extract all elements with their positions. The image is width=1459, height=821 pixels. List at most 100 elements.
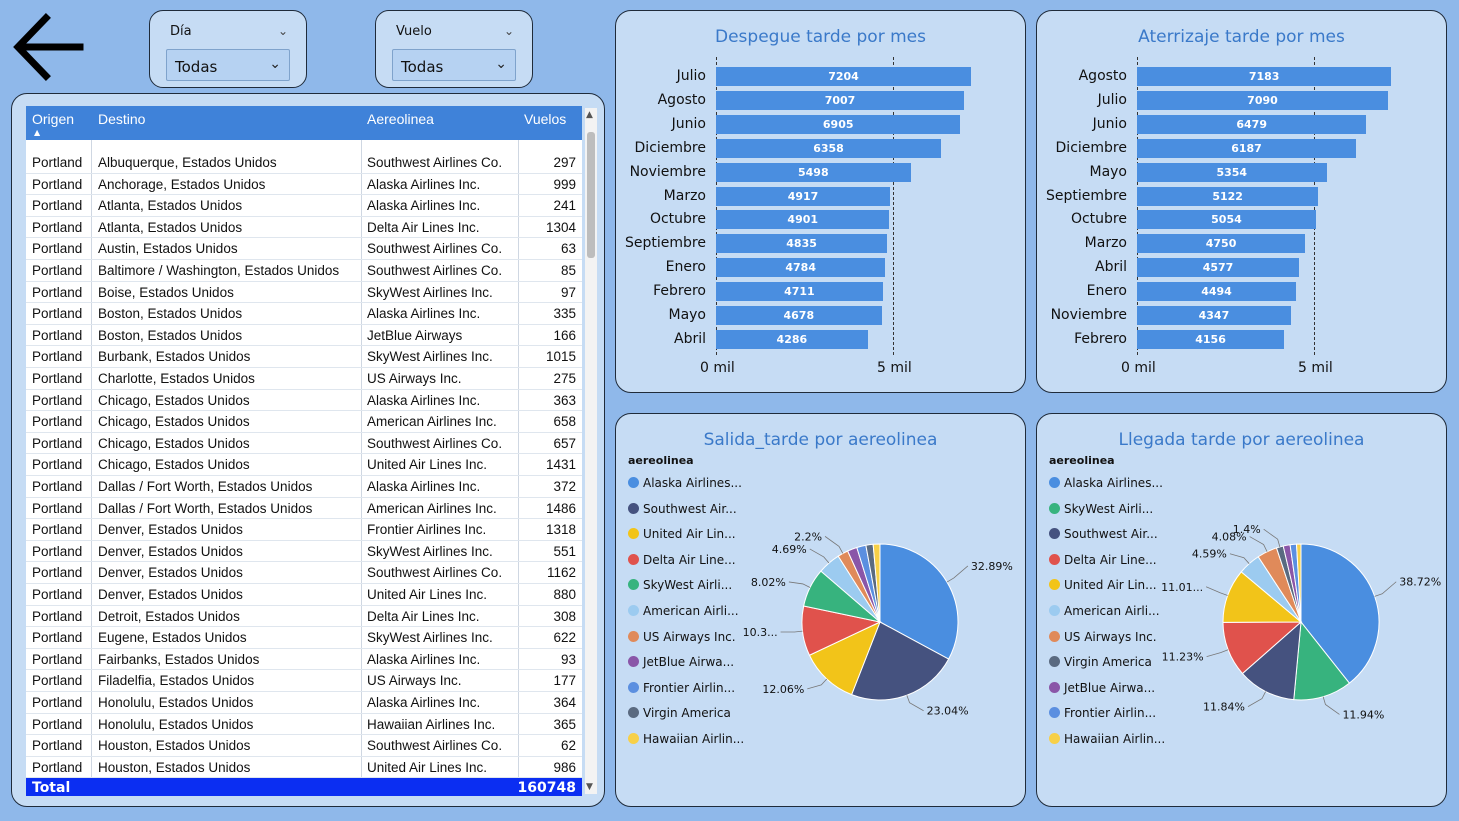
table-row[interactable]: Portland Denver, Estados Unidos SkyWest Ai… [26, 541, 582, 563]
cell-destino: Dallas / Fort Worth, Estados Unidos [98, 500, 313, 516]
category-label: Junio [671, 115, 706, 132]
table-row[interactable]: Portland Chicago, Estados Unidos American … [26, 411, 582, 433]
cell-origen: Portland [32, 327, 83, 343]
table-row[interactable]: Portland Denver, Estados Unidos United Air… [26, 584, 582, 606]
cell-origen: Portland [32, 457, 83, 473]
cell-destino: Chicago, Estados Unidos [98, 457, 250, 473]
slice-value-label: 2.2% [794, 530, 822, 543]
cell-destino: Boise, Estados Unidos [98, 284, 234, 300]
aterrizaje-chart-panel: Aterrizaje tarde por mes Agosto 7183 Julio… [1036, 10, 1447, 393]
table-row[interactable]: Portland Atlanta, Estados Unidos Alaska Ai… [26, 195, 582, 217]
cell-aereolinea: Southwest Airlines Co. [367, 241, 503, 257]
bar-value-label: 4286 [776, 332, 808, 346]
dia-dropdown[interactable]: Todas ⌄ [166, 49, 290, 81]
cell-origen: Portland [32, 176, 83, 192]
cell-destino: Eugene, Estados Unidos [98, 630, 247, 646]
table-row[interactable]: Portland Dallas / Fort Worth, Estados Uni… [26, 476, 582, 498]
table-row[interactable]: Portland Chicago, Estados Unidos United Ai… [26, 454, 582, 476]
cell-origen: Portland [32, 198, 83, 214]
cell-vuelos: 1015 [545, 349, 576, 365]
vuelo-dropdown[interactable]: Todas ⌄ [392, 49, 516, 81]
table-row[interactable]: Portland Houston, Estados Unidos Southwest… [26, 735, 582, 757]
cell-aereolinea: Southwest Airlines Co. [367, 263, 503, 278]
bar-value-label: 7090 [1247, 93, 1278, 107]
category-label: Diciembre [634, 139, 706, 156]
table-row[interactable]: Portland Fairbanks, Estados Unidos Alaska … [26, 649, 582, 671]
scroll-up-icon[interactable]: ▲ [586, 110, 593, 120]
table-row[interactable]: Portland Dallas / Fort Worth, Estados Uni… [26, 498, 582, 520]
table-row[interactable]: Portland Boston, Estados Unidos Alaska Air… [26, 303, 582, 325]
dia-slicer: Día ⌄ Todas ⌄ [149, 10, 307, 88]
cell-aereolinea: JetBlue Airways [367, 327, 463, 343]
category-label: Julio [676, 68, 706, 84]
cell-vuelos: 1318 [545, 522, 576, 538]
bar-value-label: 4347 [1198, 309, 1230, 322]
cell-aereolinea: Alaska Airlines Inc. [367, 176, 481, 192]
table-row[interactable]: Portland Denver, Estados Unidos Frontier A… [26, 519, 582, 541]
slice-value-label: 11.01... [1161, 581, 1203, 594]
back-arrow-icon[interactable] [10, 10, 88, 84]
table-row[interactable]: Portland Houston, Estados Unidos United Ai… [26, 757, 582, 779]
header-origen[interactable]: Origen [32, 111, 74, 127]
cell-destino: Houston, Estados Unidos [98, 738, 251, 754]
table-row[interactable]: Portland Eugene, Estados Unidos SkyWest Ai… [26, 627, 582, 649]
cell-vuelos: 62 [560, 738, 576, 754]
slice-value-label: 38.72% [1399, 576, 1441, 589]
chevron-down-icon[interactable]: ⌄ [504, 24, 514, 38]
table-row[interactable]: Portland Baltimore / Washington, Estados … [26, 260, 582, 282]
x-tick-label: 0 mil [700, 360, 735, 376]
pie-chart-salida: 32.89% 23.04% 12.06% 10.3... 8.02% 4.69%2.2% [743, 530, 1013, 717]
table-row[interactable]: Portland Charlotte, Estados Unidos US Airw… [26, 368, 582, 390]
cell-aereolinea: Frontier Airlines Inc. [367, 522, 487, 538]
table-row[interactable]: Portland Filadelfia, Estados Unidos US Air… [26, 670, 582, 692]
slice-value-label: 32.89% [971, 560, 1013, 573]
table-row[interactable]: Portland Chicago, Estados Unidos Alaska Ai… [26, 390, 582, 412]
table-row[interactable]: Portland Atlanta, Estados Unidos Delta Air… [26, 217, 582, 239]
table-row[interactable]: Portland Albuquerque, Estados Unidos South… [26, 152, 582, 174]
chart-title: Aterrizaje tarde por mes [1138, 27, 1345, 47]
table-row[interactable]: Portland Boise, Estados Unidos SkyWest Air… [26, 282, 582, 304]
cell-vuelos: 1486 [545, 500, 576, 516]
dia-slicer-label: Día [170, 24, 192, 39]
cell-destino: Albuquerque, Estados Unidos [98, 155, 277, 170]
table-row[interactable]: Portland Burbank, Estados Unidos SkyWest A… [26, 346, 582, 368]
cell-aereolinea: Delta Air Lines Inc. [367, 608, 480, 624]
table-row[interactable]: Portland Denver, Estados Unidos Southwest … [26, 562, 582, 584]
table-row[interactable]: Portland Anchorage, Estados Unidos Alaska … [26, 174, 582, 196]
bar-value-label: 5354 [1216, 165, 1248, 179]
chevron-down-icon[interactable]: ⌄ [278, 24, 288, 38]
scroll-down-icon[interactable]: ▼ [586, 782, 593, 792]
cell-vuelos: 622 [553, 630, 576, 646]
leader-line [1263, 528, 1281, 548]
table-row[interactable]: Portland Honolulu, Estados Unidos Alaska A… [26, 692, 582, 714]
table-row[interactable]: Portland Chicago, Estados Unidos Southwest… [26, 433, 582, 455]
bar-value-label: 6905 [822, 117, 854, 131]
table-row[interactable]: Portland Boston, Estados Unidos JetBlue Ai… [26, 325, 582, 347]
header-vuelos[interactable]: Vuelos [524, 111, 566, 127]
slice-value-label: 10.3... [743, 626, 778, 639]
cell-destino: Atlanta, Estados Unidos [98, 198, 243, 214]
llegada-pie-panel: Llegada tarde por aereolinea aereolinea … [1036, 413, 1447, 807]
cell-vuelos: 297 [553, 155, 576, 170]
table-row[interactable]: Portland Detroit, Estados Unidos Delta Air… [26, 606, 582, 628]
cell-aereolinea: Alaska Airlines Inc. [367, 198, 481, 214]
leader-line [780, 630, 803, 633]
category-label: Mayo [668, 307, 706, 323]
category-label: Mayo [1089, 163, 1127, 180]
cell-destino: Honolulu, Estados Unidos [98, 716, 254, 732]
table-row[interactable]: Portland Austin, Estados Unidos Southwest … [26, 238, 582, 260]
cell-aereolinea: Southwest Airlines Co. [367, 565, 503, 581]
header-destino[interactable]: Destino [98, 111, 145, 127]
vuelo-slicer: Vuelo ⌄ Todas ⌄ [375, 10, 533, 88]
cell-origen: Portland [32, 673, 83, 689]
bar-value-label: 7007 [824, 93, 856, 107]
bar-value-label: 7183 [1248, 70, 1280, 83]
scrollbar-thumb[interactable] [587, 132, 595, 258]
cell-origen: Portland [32, 263, 83, 278]
cell-origen: Portland [32, 155, 83, 170]
table-header: Origen ▲ Destino Aereolinea Vuelos [26, 106, 582, 140]
cell-aereolinea: United Air Lines Inc. [367, 587, 488, 602]
table-row[interactable]: Portland Honolulu, Estados Unidos Hawaiian… [26, 714, 582, 736]
header-aereolinea[interactable]: Aereolinea [367, 111, 434, 127]
cell-origen: Portland [32, 716, 83, 732]
